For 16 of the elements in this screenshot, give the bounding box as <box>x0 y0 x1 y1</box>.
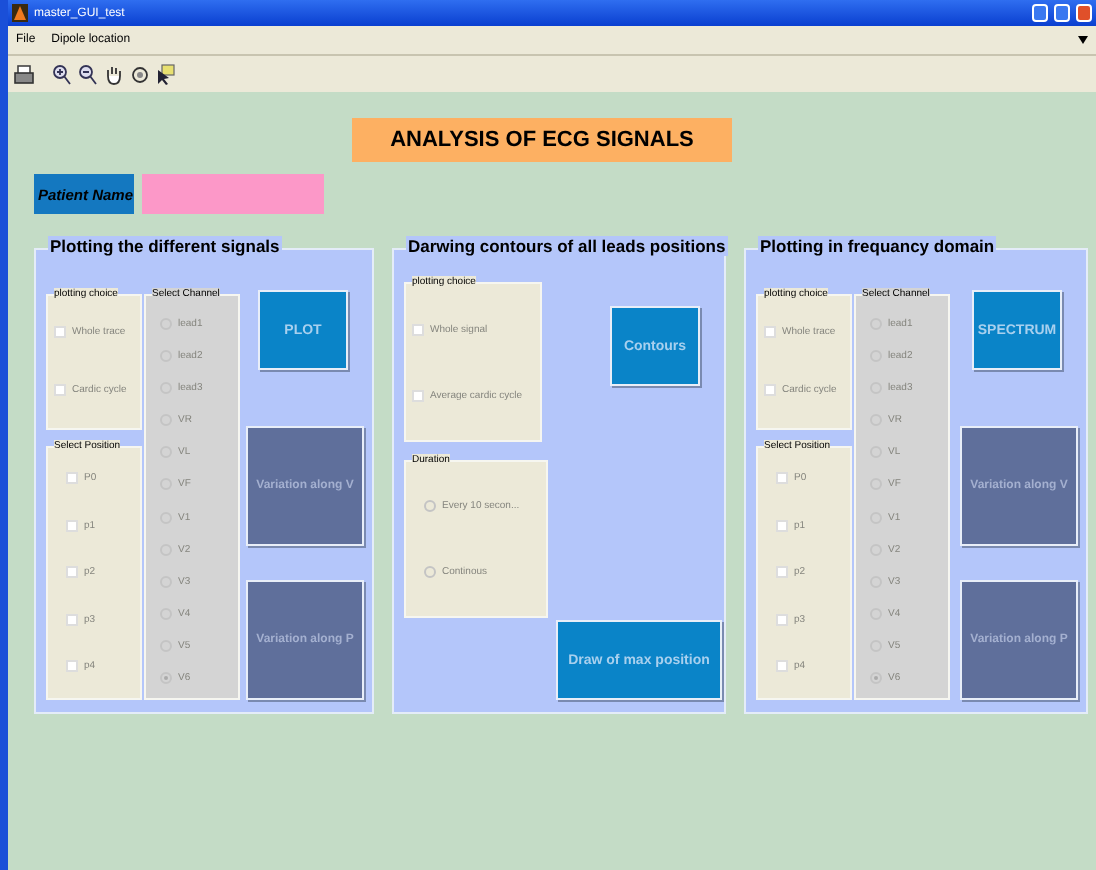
rotate-icon[interactable] <box>130 63 150 85</box>
panel-title: Plotting the different signals <box>48 236 282 256</box>
minimize-button[interactable] <box>1032 4 1048 22</box>
data-cursor-icon[interactable] <box>156 63 176 85</box>
dropdown-arrow-icon[interactable] <box>1078 36 1088 44</box>
hand-icon[interactable] <box>104 63 124 85</box>
zoom-out-icon[interactable] <box>78 63 98 85</box>
print-icon[interactable] <box>14 63 34 85</box>
maximize-button[interactable] <box>1054 4 1070 22</box>
app-icon <box>12 4 28 22</box>
patient-name-field[interactable] <box>142 174 324 214</box>
panel-title: Plotting in frequancy domain <box>758 236 997 256</box>
page-heading: ANALYSIS OF ECG SIGNALS <box>352 118 732 162</box>
panel-title: Darwing contours of all leads positions <box>406 236 728 256</box>
zoom-in-icon[interactable] <box>52 63 72 85</box>
close-button[interactable] <box>1076 4 1092 22</box>
